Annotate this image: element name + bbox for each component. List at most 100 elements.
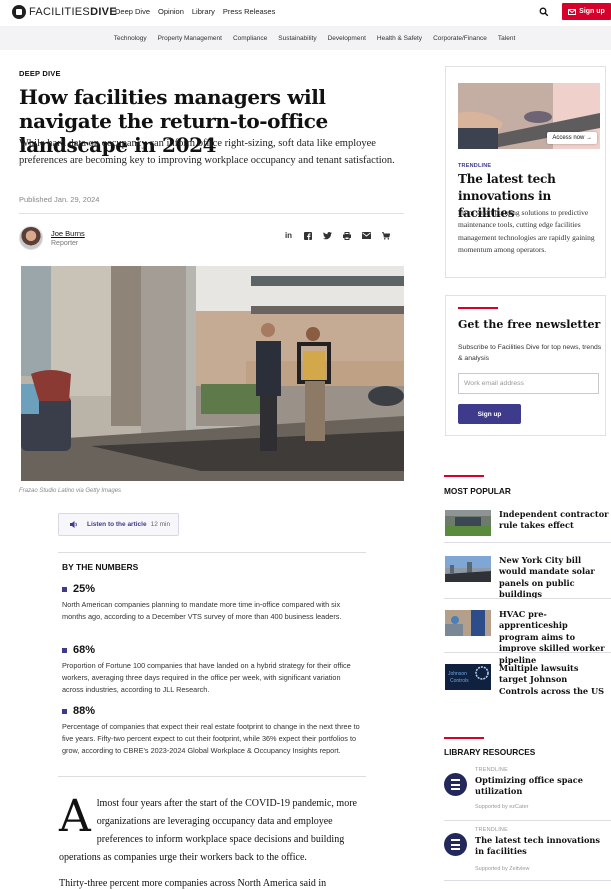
popular-title: HVAC pre-apprenticeship program aims to … [499, 609, 605, 665]
newsletter-description: Subscribe to Facilities Dive for top new… [458, 344, 602, 362]
listen-duration: 12 min [150, 521, 171, 528]
divider [19, 213, 404, 214]
accent-bar [444, 737, 484, 739]
divider [444, 598, 611, 599]
author-avatar[interactable] [19, 226, 43, 250]
popular-title: Independent contractor rule takes effect [499, 509, 609, 531]
email-icon[interactable] [362, 232, 371, 239]
trendline-description: From smart building solutions to predict… [458, 208, 595, 254]
library-kicker: TRENDLINE [475, 767, 508, 773]
topic-development[interactable]: Development [328, 35, 366, 42]
accent-bar [444, 475, 484, 477]
bullet-icon [62, 708, 67, 714]
logo-text-bold: DIVE [90, 6, 117, 18]
topic-sustainability[interactable]: Sustainability [278, 35, 316, 42]
listen-button[interactable]: Listen to the article 12 min [58, 513, 179, 536]
divider [58, 776, 366, 777]
cart-icon[interactable] [382, 231, 390, 240]
nav-press-releases[interactable]: Press Releases [223, 7, 276, 16]
top-bar: FACILITIESDIVE Deep Dive Opinion Library… [0, 0, 611, 26]
popular-title: Multiple lawsuits target Johnson Control… [499, 663, 605, 696]
email-input[interactable] [458, 373, 599, 394]
stat-value: 68% [73, 644, 96, 656]
author-byline: Joe Burns Reporter [19, 226, 85, 250]
stat-value: 88% [73, 705, 96, 717]
library-title: The latest tech innovations in facilitie… [475, 835, 600, 857]
published-date: Published Jan. 29, 2024 [19, 195, 100, 204]
topic-nav: Technology Property Management Complianc… [0, 26, 611, 50]
most-popular-heading: MOST POPULAR [444, 486, 511, 496]
accent-bar [458, 307, 498, 309]
site-logo[interactable]: FACILITIESDIVE [12, 5, 117, 19]
topic-health-safety[interactable]: Health & Safety [377, 35, 422, 42]
nav-library[interactable]: Library [192, 7, 215, 16]
drop-cap: A [59, 791, 91, 842]
article-body: Almost four years after the start of the… [59, 795, 364, 889]
trendline-icon [444, 833, 467, 856]
stat-description: Proportion of Fortune 100 companies that… [62, 661, 351, 694]
article-thumbnail: JohnsonControls [445, 664, 491, 690]
topic-talent[interactable]: Talent [498, 35, 515, 42]
logo-text-light: FACILITIES [29, 6, 91, 18]
library-title: Optimizing office space utilization [475, 775, 583, 797]
bullet-icon [62, 586, 67, 592]
nav-opinion[interactable]: Opinion [158, 7, 184, 16]
library-item[interactable]: TRENDLINE The latest tech innovations in… [444, 827, 611, 881]
article-thumbnail [445, 556, 491, 582]
stat-description: North American companies planning to man… [62, 600, 342, 621]
image-caption: Frazao Studio Latino via Getty Images [19, 488, 122, 494]
trendline-kicker: TRENDLINE [458, 163, 492, 169]
linkedin-icon[interactable]: in [284, 231, 293, 240]
newsletter-title: Get the free newsletter [458, 318, 601, 331]
print-icon[interactable] [343, 231, 351, 240]
by-the-numbers-heading: BY THE NUMBERS [62, 562, 139, 572]
topic-compliance[interactable]: Compliance [233, 35, 267, 42]
topic-technology[interactable]: Technology [114, 35, 147, 42]
divider [444, 652, 611, 653]
svg-text:Controls: Controls [450, 678, 469, 684]
newsletter-card: Get the free newsletter Subscribe to Fac… [445, 295, 606, 436]
trendline-icon [444, 773, 467, 796]
stat-description: Percentage of companies that expect thei… [62, 722, 360, 755]
library-item[interactable]: TRENDLINE Optimizing office space utiliz… [444, 767, 611, 821]
library-kicker: TRENDLINE [475, 827, 508, 833]
signup-button[interactable]: Sign up [562, 3, 611, 20]
hero-image [21, 266, 404, 481]
paragraph: Almost four years after the start of the… [59, 791, 357, 864]
paragraph: Thirty-three percent more companies acro… [59, 878, 327, 889]
newsletter-signup-button[interactable]: Sign up [458, 404, 521, 424]
envelope-icon [568, 8, 577, 15]
facebook-icon[interactable] [304, 231, 312, 240]
divider [444, 880, 611, 881]
listen-label: Listen to the article [87, 521, 147, 528]
library-resources-heading: LIBRARY RESOURCES [444, 747, 536, 757]
popular-title: New York City bill would mandate solar p… [499, 555, 595, 600]
speaker-icon [70, 521, 77, 528]
topic-corporate-finance[interactable]: Corporate/Finance [433, 35, 487, 42]
stat-item: 88% Percentage of companies that expect … [62, 705, 362, 757]
primary-nav: Deep Dive Opinion Library Press Releases [115, 7, 275, 16]
search-icon[interactable] [539, 7, 549, 17]
bullet-icon [62, 647, 67, 653]
library-sponsor: Supported by Zeitview [475, 866, 530, 872]
article-thumbnail [445, 610, 491, 636]
nav-deep-dive[interactable]: Deep Dive [115, 7, 150, 16]
share-bar: in [284, 231, 390, 240]
divider [444, 542, 611, 543]
stat-value: 25% [73, 583, 96, 595]
divider [58, 552, 366, 553]
logo-icon [12, 5, 26, 19]
article-kicker[interactable]: DEEP DIVE [19, 69, 61, 78]
author-role: Reporter [51, 240, 79, 247]
twitter-icon[interactable] [323, 231, 332, 240]
trendline-promo-card[interactable]: Access now → TRENDLINE The latest tech i… [445, 66, 606, 278]
svg-text:Johnson: Johnson [448, 671, 467, 677]
library-sponsor: Supported by ezCater [475, 804, 529, 810]
signup-label: Sign up [579, 8, 605, 15]
article-thumbnail [445, 510, 491, 536]
access-now-button[interactable]: Access now → [547, 132, 597, 144]
author-name[interactable]: Joe Burns [51, 229, 85, 238]
topic-property-management[interactable]: Property Management [158, 35, 222, 42]
article-dek: While hard data on occupancy can inform … [19, 138, 395, 166]
stat-item: 25% North American companies planning to… [62, 583, 362, 623]
